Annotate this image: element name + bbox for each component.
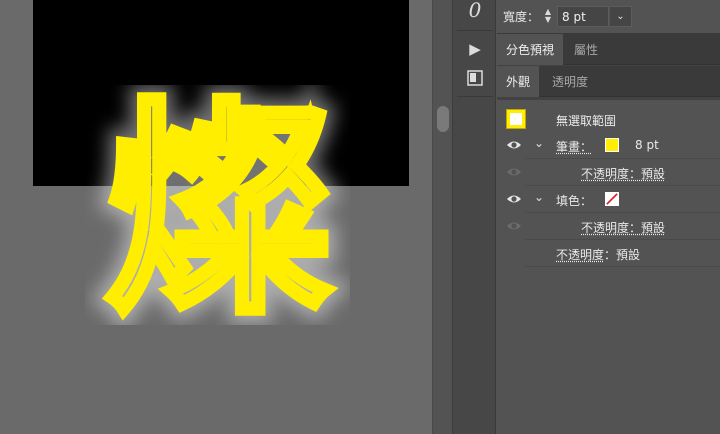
- fill-opacity-row[interactable]: 不透明度：預設: [497, 213, 720, 240]
- play-icon[interactable]: ▶: [461, 35, 489, 63]
- tab-appearance[interactable]: 外觀: [497, 66, 540, 97]
- chevron-down-icon[interactable]: ▼: [545, 16, 551, 24]
- stroke-weight-value[interactable]: 8 pt: [635, 138, 659, 152]
- object-opacity-label[interactable]: 不透明度：預設: [556, 246, 640, 263]
- stroke-row[interactable]: ⌄ 筆畫： 8 pt: [497, 132, 720, 159]
- properties-panel: 寬度： ▲ ▼ ⌄ 分色預視 屬性 外觀 透明度 無選取範圍 ⌄ 筆畫：: [497, 0, 720, 434]
- no-selection-label: 無選取範圍: [556, 114, 617, 128]
- stroke-opacity-row[interactable]: 不透明度：預設: [497, 159, 720, 186]
- canvas-vertical-scrollbar[interactable]: [432, 0, 452, 434]
- artwork-glyph: 燦: [102, 85, 332, 325]
- scrollbar-thumb[interactable]: [437, 106, 449, 132]
- row-divider: [525, 266, 720, 267]
- stroke-width-stepper[interactable]: ▲ ▼: [542, 6, 554, 26]
- eye-icon[interactable]: [506, 165, 522, 179]
- stroke-width-row: 寬度： ▲ ▼ ⌄: [497, 0, 720, 34]
- glyph-icon[interactable]: 0: [461, 0, 489, 24]
- stroked-text-artwork[interactable]: 燦 燦: [85, 85, 350, 325]
- sub-tab-bar: 外觀 透明度: [497, 66, 720, 97]
- fill-row[interactable]: ⌄ 填色：: [497, 186, 720, 213]
- top-tab-bar: 分色預視 屬性: [497, 34, 720, 65]
- stroke-width-input[interactable]: [557, 6, 609, 27]
- artboard-panel-icon[interactable]: [461, 64, 489, 92]
- document-canvas[interactable]: 燦 燦: [0, 0, 432, 434]
- tab-attributes[interactable]: 屬性: [565, 34, 607, 65]
- eye-icon[interactable]: [506, 192, 522, 206]
- target-thumbnail-inner: [510, 113, 522, 125]
- strip-divider: [457, 96, 493, 97]
- appearance-header: 無選取範圍: [497, 106, 720, 133]
- stroke-color-swatch[interactable]: [605, 138, 619, 152]
- chevron-down-icon[interactable]: ⌄: [534, 136, 544, 150]
- tab-transparency[interactable]: 透明度: [543, 66, 597, 97]
- stroke-opacity-label[interactable]: 不透明度：預設: [581, 165, 665, 182]
- collapsed-panel-strip: 0 ▶: [452, 0, 496, 434]
- chevron-down-icon[interactable]: ⌄: [534, 190, 544, 204]
- stroke-width-label: 寬度：: [503, 10, 540, 24]
- stroke-width-dropdown[interactable]: ⌄: [610, 6, 632, 27]
- target-thumbnail: [506, 109, 526, 129]
- object-opacity-row[interactable]: 不透明度：預設: [497, 240, 720, 267]
- stroke-label[interactable]: 筆畫：: [556, 138, 592, 155]
- appearance-panel: 無選取範圍 ⌄ 筆畫： 8 pt 不透明度：預設 ⌄ 填色： 不透明度：預設 不…: [497, 100, 720, 434]
- strip-divider: [457, 30, 493, 31]
- eye-icon[interactable]: [506, 219, 522, 233]
- fill-opacity-label[interactable]: 不透明度：預設: [581, 219, 665, 236]
- no-fill-swatch-icon[interactable]: [605, 192, 619, 206]
- fill-label[interactable]: 填色：: [556, 192, 592, 209]
- eye-icon[interactable]: [506, 138, 522, 152]
- tab-separations-preview[interactable]: 分色預視: [497, 34, 564, 65]
- chevron-down-icon: ⌄: [616, 11, 625, 22]
